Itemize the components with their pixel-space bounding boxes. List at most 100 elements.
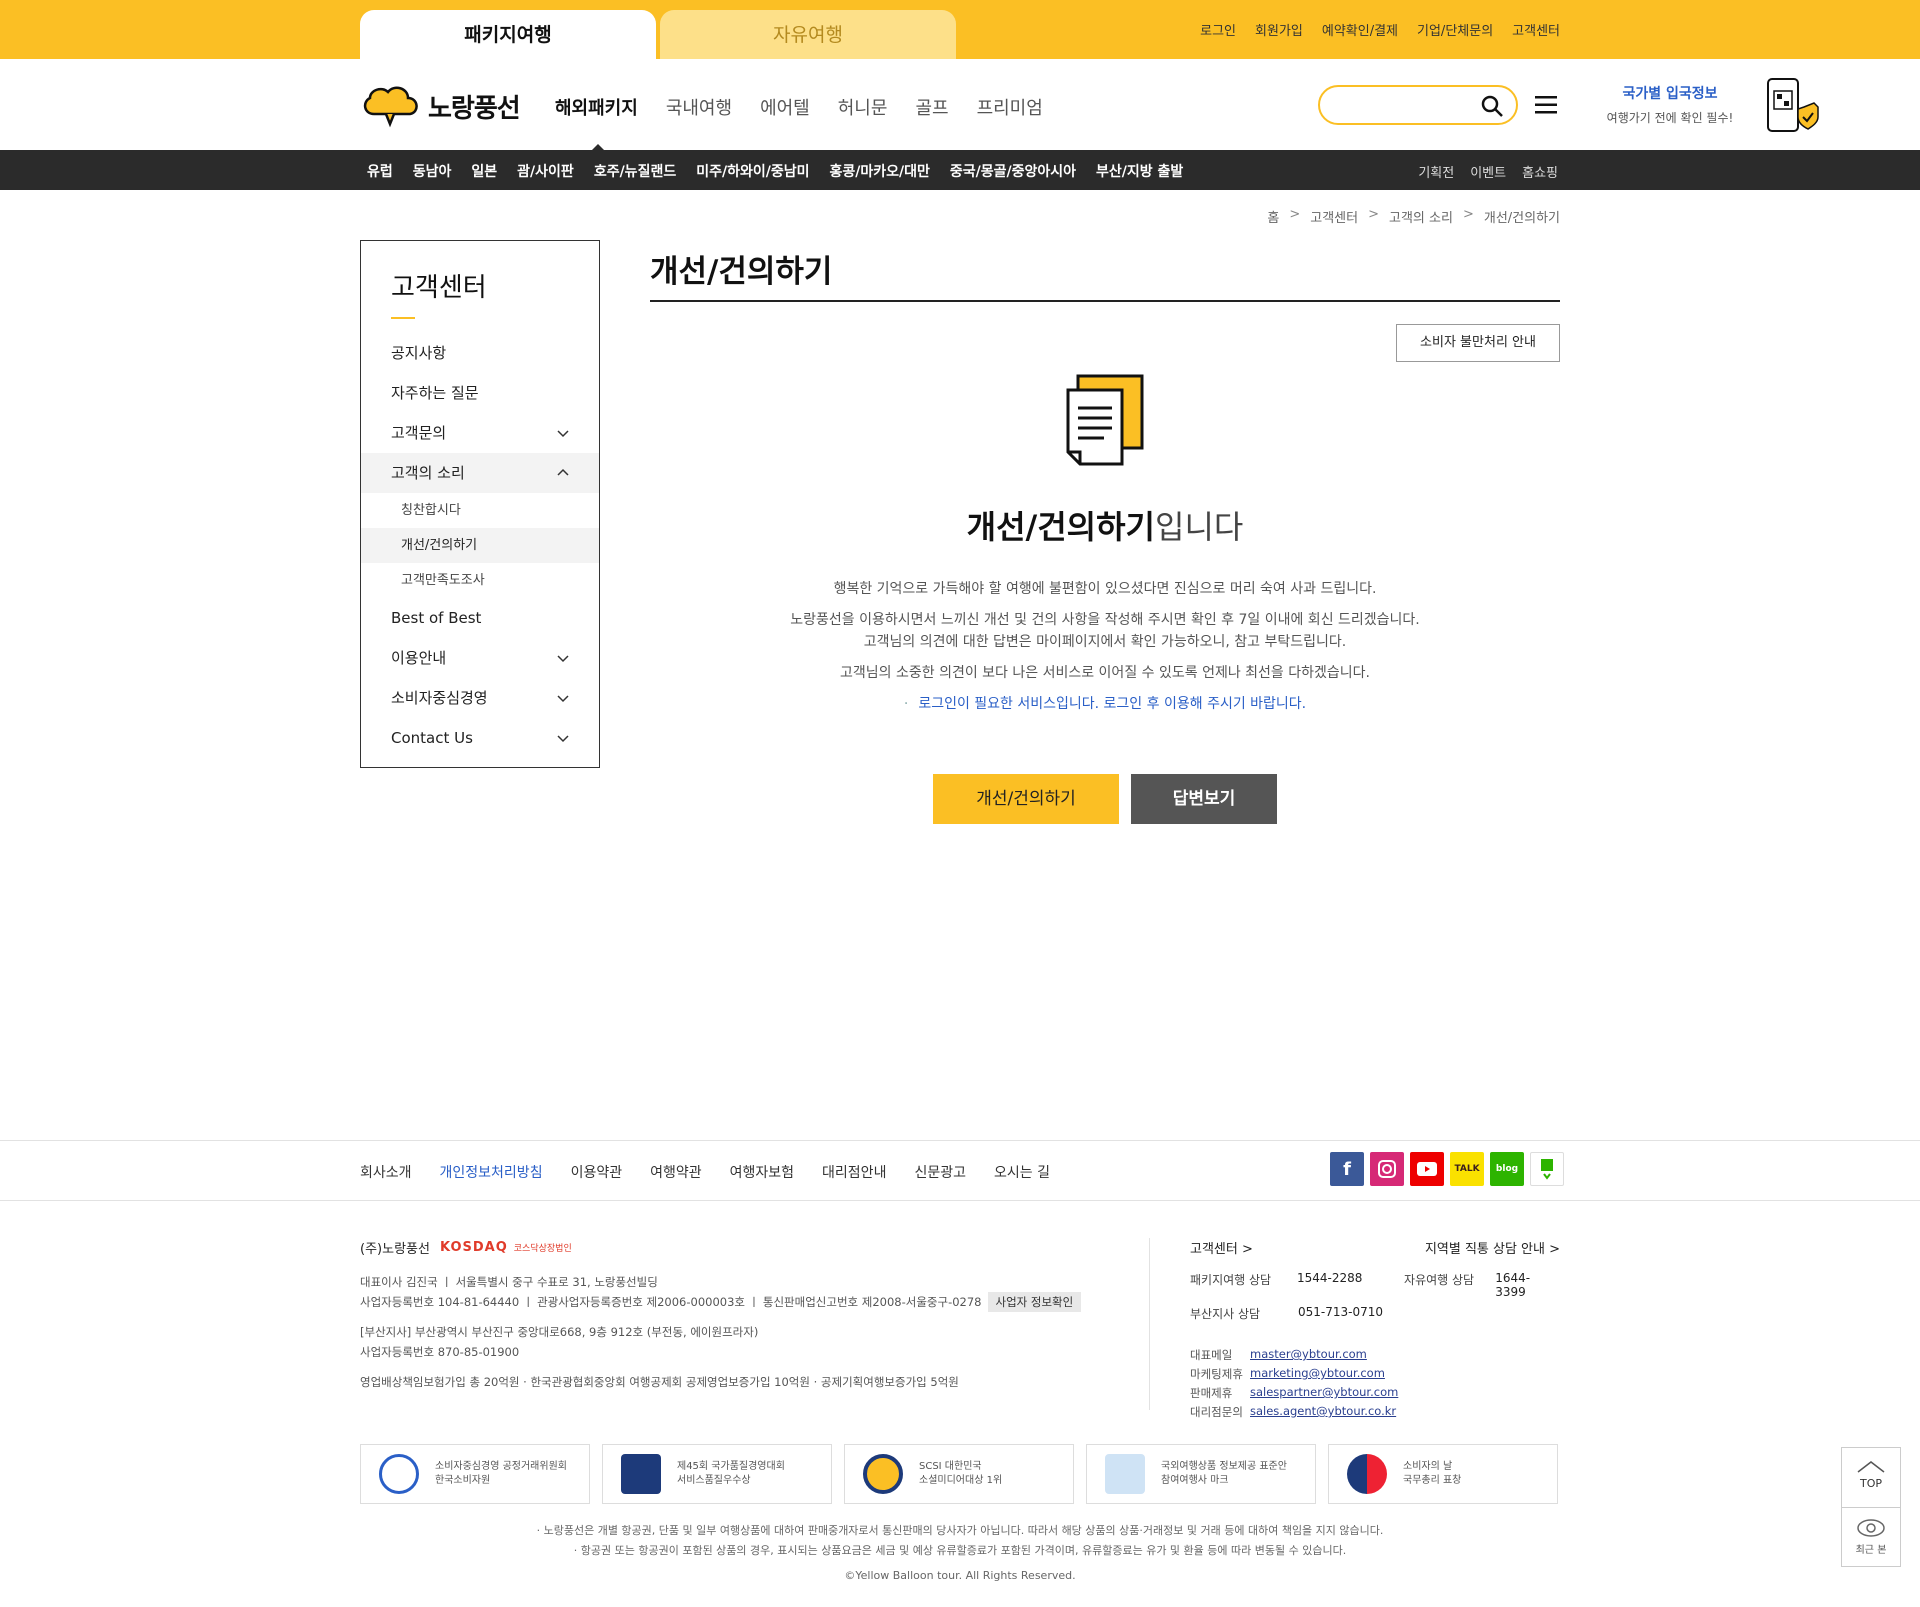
chevron-down-icon[interactable] — [557, 427, 569, 439]
footer-link-insurance[interactable]: 여행자보험 — [730, 1162, 794, 1182]
mail-link[interactable]: salespartner@ybtour.com — [1250, 1385, 1398, 1401]
footer-link-company[interactable]: 회사소개 — [360, 1162, 412, 1182]
footer-link-newspaper-ad[interactable]: 신문광고 — [914, 1162, 966, 1182]
sidebar: 고객센터 공지사항 자주하는 질문 고객문의 고객의 소리 칭찬합시다 개선/건… — [360, 240, 600, 768]
sidebar-item-faq[interactable]: 자주하는 질문 — [361, 373, 599, 413]
main-nav: 해외패키지 국내여행 에어텔 허니문 골프 프리미엄 — [555, 94, 1043, 120]
sidebar-item-label: Contact Us — [391, 729, 473, 747]
event-link[interactable]: 이벤트 — [1470, 162, 1506, 181]
hamburger-menu-icon[interactable] — [1535, 95, 1557, 115]
login-required-text: 로그인이 필요한 서비스입니다. 로그인 후 이용해 주시기 바랍니다. — [918, 696, 1307, 712]
search-input[interactable] — [1318, 85, 1518, 125]
kakaotalk-icon[interactable]: TALK — [1450, 1152, 1484, 1186]
footer-link-privacy[interactable]: 개인정보처리방침 — [440, 1162, 543, 1182]
cert-ksa[interactable]: 제45회 국가품질경영대회 서비스품질우수상 — [602, 1444, 832, 1504]
customer-center-link[interactable]: 고객센터 — [1512, 20, 1560, 39]
chevron-down-icon[interactable] — [557, 732, 569, 744]
entry-info-banner[interactable]: 국가별 입국정보 여행가기 전에 확인 필수! — [1590, 83, 1750, 126]
cert-ccm[interactable]: 소비자중심경영 공정거래위원회 한국소비자원 — [360, 1444, 590, 1504]
kosdaq-logo: KOSDAQ — [439, 1240, 508, 1255]
business-info-button[interactable]: 사업자 정보확인 — [987, 1292, 1082, 1312]
chevron-down-icon[interactable] — [557, 652, 569, 664]
region-europe[interactable]: 유럽 — [367, 161, 393, 181]
cert-consumer-day[interactable]: 소비자의 날 국무총리 표창 — [1328, 1444, 1558, 1504]
naver-post-icon[interactable] — [1530, 1152, 1564, 1186]
youtube-icon[interactable] — [1410, 1152, 1444, 1186]
company-info: 대표이사 김진국 ㅣ 서울특별시 중구 수표로 31, 노랑풍선빌딩 사업자등록… — [360, 1272, 1082, 1392]
sidebar-item-ccm[interactable]: 소비자중심경영 — [361, 678, 599, 718]
mail-link[interactable]: marketing@ybtour.com — [1250, 1366, 1385, 1382]
tab-package-travel[interactable]: 패키지여행 — [360, 10, 656, 59]
signup-link[interactable]: 회원가입 — [1255, 20, 1303, 39]
search-icon[interactable] — [1480, 94, 1504, 118]
nav-golf[interactable]: 골프 — [915, 94, 948, 120]
cert-scsi[interactable]: SCSI 대한민국 소셜미디어대상 1위 — [844, 1444, 1074, 1504]
cs-phone: 1644-3399 — [1495, 1271, 1531, 1299]
tab-free-travel[interactable]: 자유여행 — [660, 10, 956, 59]
instagram-icon[interactable] — [1370, 1152, 1404, 1186]
breadcrumb-separator: > — [1289, 207, 1301, 222]
scroll-top-button[interactable]: TOP — [1842, 1448, 1900, 1508]
sidebar-item-notice[interactable]: 공지사항 — [361, 333, 599, 373]
cs-center-link[interactable]: 고객센터 > — [1190, 1238, 1253, 1257]
facebook-icon[interactable]: f — [1330, 1152, 1364, 1186]
cert-line: 제45회 국가품질경영대회 — [677, 1461, 785, 1472]
entry-info-subtitle: 여행가기 전에 확인 필수! — [1606, 111, 1734, 125]
breadcrumb-customer-voice[interactable]: 고객의 소리 — [1389, 207, 1453, 226]
mail-link[interactable]: sales.agent@ybtour.co.kr — [1250, 1404, 1396, 1420]
region-guam-saipan[interactable]: 괌/사이판 — [517, 161, 574, 181]
sidebar-item-customer-voice[interactable]: 고객의 소리 — [361, 453, 599, 493]
breadcrumb-home[interactable]: 홈 — [1267, 207, 1279, 226]
youtube-glyph — [1417, 1162, 1437, 1176]
logo[interactable]: 노랑풍선 — [360, 83, 530, 129]
regional-consult-link[interactable]: 지역별 직통 상담 안내 > — [1425, 1238, 1560, 1257]
chevron-up-icon[interactable] — [557, 467, 569, 479]
customer-service-info: 고객센터 > 지역별 직통 상담 안내 > 패키지여행 상담 1544-2288… — [1190, 1238, 1560, 1420]
region-america-hawaii[interactable]: 미주/하와이/중남미 — [696, 161, 809, 181]
region-southeast-asia[interactable]: 동남아 — [413, 161, 452, 181]
passport-phone-icon[interactable] — [1766, 77, 1820, 135]
nav-airtel[interactable]: 에어텔 — [760, 94, 810, 120]
nav-domestic[interactable]: 국내여행 — [666, 94, 732, 120]
corporate-inquiry-link[interactable]: 기업/단체문의 — [1417, 20, 1493, 39]
view-answers-button[interactable]: 답변보기 — [1131, 774, 1277, 824]
cert-travel-standard[interactable]: 국외여행상품 정보제공 표준안 참여여행사 마크 — [1086, 1444, 1316, 1504]
footer-link-travel-terms[interactable]: 여행약관 — [650, 1162, 702, 1182]
footer-link-directions[interactable]: 오시는 길 — [994, 1162, 1050, 1182]
region-hongkong-macau-taiwan[interactable]: 홍콩/마카오/대만 — [830, 161, 930, 181]
consumer-complaint-button[interactable]: 소비자 불만처리 안내 — [1396, 324, 1560, 362]
info-registration: 사업자등록번호 104-81-64440 ㅣ 관광사업자등록증번호 제2006-… — [360, 1292, 1082, 1312]
taegeuk-badge-icon — [1347, 1454, 1387, 1494]
login-link[interactable]: 로그인 — [1200, 20, 1236, 39]
nav-active-caret — [592, 144, 604, 150]
sidebar-subitem-praise[interactable]: 칭찬합시다 — [361, 493, 599, 528]
breadcrumb-customer-center[interactable]: 고객센터 — [1310, 207, 1358, 226]
sidebar-item-inquiry[interactable]: 고객문의 — [361, 413, 599, 453]
sidebar-subitem-suggestion[interactable]: 개선/건의하기 — [361, 528, 599, 563]
region-china-mongolia[interactable]: 중국/몽골/중앙아시아 — [950, 161, 1076, 181]
region-australia-nz[interactable]: 호주/뉴질랜드 — [594, 161, 676, 181]
special-exhibition-link[interactable]: 기획전 — [1418, 162, 1454, 181]
region-japan[interactable]: 일본 — [471, 161, 497, 181]
sidebar-item-contact-us[interactable]: Contact Us — [361, 718, 599, 758]
sidebar-item-best-of-best[interactable]: Best of Best — [361, 598, 599, 638]
footer-link-terms[interactable]: 이용약관 — [571, 1162, 623, 1182]
home-shopping-link[interactable]: 홈쇼핑 — [1522, 162, 1558, 181]
region-busan-departure[interactable]: 부산/지방 출발 — [1096, 161, 1183, 181]
nav-premium[interactable]: 프리미엄 — [977, 94, 1043, 120]
nav-overseas-package[interactable]: 해외패키지 — [555, 94, 638, 120]
chevron-down-icon[interactable] — [557, 692, 569, 704]
naver-blog-icon[interactable]: blog — [1490, 1152, 1524, 1186]
footer-link-agency[interactable]: 대리점안내 — [822, 1162, 886, 1182]
cert-line: 소비자의 날 — [1403, 1461, 1453, 1472]
balloon-logo-icon — [363, 86, 418, 128]
nav-honeymoon[interactable]: 허니문 — [838, 94, 888, 120]
sidebar-item-usage-guide[interactable]: 이용안내 — [361, 638, 599, 678]
sidebar-item-label: 고객의 소리 — [391, 464, 465, 482]
recently-viewed-button[interactable]: 최근 본 — [1842, 1508, 1900, 1566]
write-suggestion-button[interactable]: 개선/건의하기 — [933, 774, 1119, 824]
sidebar-title-underline — [391, 317, 415, 319]
sidebar-subitem-satisfaction-survey[interactable]: 고객만족도조사 — [361, 563, 599, 598]
mail-link[interactable]: master@ybtour.com — [1250, 1347, 1367, 1363]
reservation-link[interactable]: 예약확인/결제 — [1322, 20, 1398, 39]
